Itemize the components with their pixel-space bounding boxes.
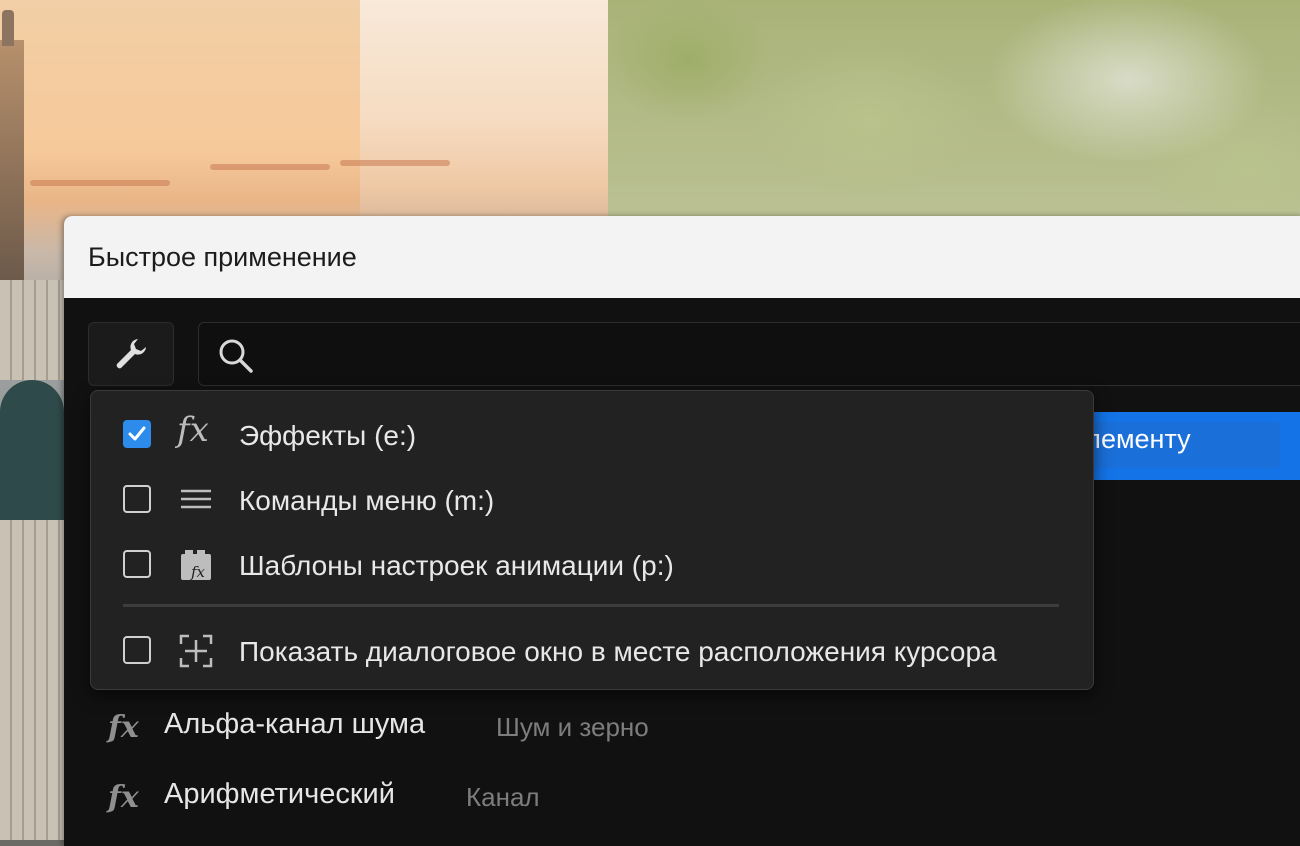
menu-item-animation-presets[interactable]: fx Шаблоны настроек анимации (p:) (91, 536, 1093, 594)
menu-lines-icon (181, 489, 211, 509)
result-item-category: Шум и зерно (496, 712, 649, 742)
menu-item-show-at-cursor[interactable]: Показать диалоговое окно в месте располо… (91, 622, 1093, 680)
search-icon (219, 339, 253, 373)
menu-item-label: Команды меню (m:) (239, 485, 495, 516)
search-input[interactable] (269, 331, 1273, 377)
svg-text:fx: fx (190, 563, 206, 581)
animation-preset-icon: fx (181, 550, 211, 581)
menu-separator (123, 604, 1059, 607)
result-item[interactable]: fx Альфа-канал шума Шум и зерно (108, 700, 808, 760)
title-bar: Быстрое применение (64, 216, 1300, 298)
cursor-position-icon (179, 634, 213, 668)
tower (0, 10, 24, 280)
cloud-streak (30, 180, 170, 186)
building (0, 280, 64, 380)
menu-item-label: Шаблоны настроек анимации (p:) (239, 550, 674, 581)
wrench-icon (116, 339, 146, 369)
fx-icon: fx (108, 780, 139, 815)
menu-item-label: Эффекты (e:) (239, 420, 417, 451)
result-item[interactable]: fx Арифметический Канал (108, 770, 808, 830)
cloud-streak (210, 164, 330, 170)
dialog-title: Быстрое применение (88, 242, 357, 272)
result-item-category: Канал (466, 782, 540, 812)
cloud-streak (340, 160, 450, 166)
checkmark-icon (128, 426, 146, 441)
filter-menu: fx Эффекты (e:) Команды меню (m:) fx Шаб… (90, 390, 1094, 690)
checkbox-animation-presets[interactable] (123, 550, 151, 578)
checkbox-menu-commands[interactable] (123, 485, 151, 513)
result-item-name: Альфа-канал шума (164, 708, 426, 740)
search-box[interactable] (198, 322, 1300, 386)
checkbox-effects[interactable] (123, 420, 151, 448)
dome (0, 380, 64, 520)
result-item-name: Арифметический (164, 778, 395, 810)
settings-button[interactable] (88, 322, 174, 386)
fx-icon: fx (177, 410, 209, 450)
menu-item-effects[interactable]: fx Эффекты (e:) (91, 406, 1093, 464)
building (0, 520, 64, 840)
menu-item-label: Показать диалоговое окно в месте располо… (239, 636, 997, 667)
fx-icon: fx (108, 710, 139, 745)
menu-item-menu-commands[interactable]: Команды меню (m:) (91, 471, 1093, 529)
checkbox-show-at-cursor[interactable] (123, 636, 151, 664)
